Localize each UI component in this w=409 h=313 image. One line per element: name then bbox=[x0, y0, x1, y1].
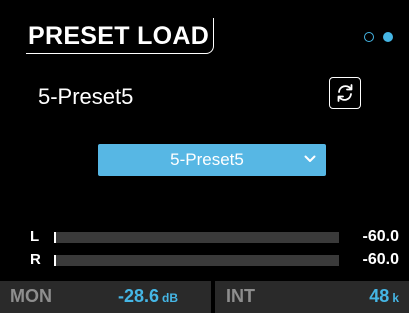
meter-level-value: -60.0 bbox=[362, 251, 399, 268]
meter-level-value: -60.0 bbox=[362, 228, 399, 245]
status-divider bbox=[211, 281, 215, 313]
preset-select-dropdown[interactable]: 5-Preset5 bbox=[98, 144, 326, 176]
status-bar: MON -28.6 dB INT 48 k bbox=[0, 281, 409, 313]
page-dot-2-active[interactable] bbox=[383, 32, 393, 42]
clock-source-label: INT bbox=[226, 286, 255, 306]
preset-load-screen: PRESET LOAD 5-Preset5 5-Preset5 L -60.0 … bbox=[0, 0, 409, 313]
page-indicator bbox=[364, 32, 393, 42]
meter-channel-label: L bbox=[30, 228, 40, 245]
meter-channel-label: R bbox=[30, 251, 41, 268]
monitor-level-value: -28.6 dB bbox=[118, 286, 178, 307]
level-meter-fill bbox=[54, 255, 56, 266]
preset-select-value: 5-Preset5 bbox=[170, 150, 244, 169]
sample-rate-number: 48 bbox=[369, 286, 390, 306]
reload-icon bbox=[337, 84, 353, 102]
sample-rate-unit: k bbox=[392, 291, 399, 305]
chevron-down-icon bbox=[304, 155, 316, 162]
meter-row-left: L -60.0 bbox=[0, 228, 409, 248]
monitor-level-number: -28.6 bbox=[118, 286, 160, 306]
meter-row-right: R -60.0 bbox=[0, 251, 409, 271]
monitor-label: MON bbox=[10, 286, 52, 306]
level-meter-bar bbox=[54, 255, 339, 266]
level-meter-bar bbox=[54, 232, 339, 243]
sample-rate-value: 48 k bbox=[369, 286, 399, 307]
level-meter-fill bbox=[54, 232, 56, 243]
page-title: PRESET LOAD bbox=[28, 22, 210, 50]
page-dot-1[interactable] bbox=[364, 32, 374, 42]
reload-button[interactable] bbox=[329, 77, 361, 109]
current-preset-name: 5-Preset5 bbox=[38, 84, 134, 109]
monitor-level-unit: dB bbox=[162, 291, 179, 305]
